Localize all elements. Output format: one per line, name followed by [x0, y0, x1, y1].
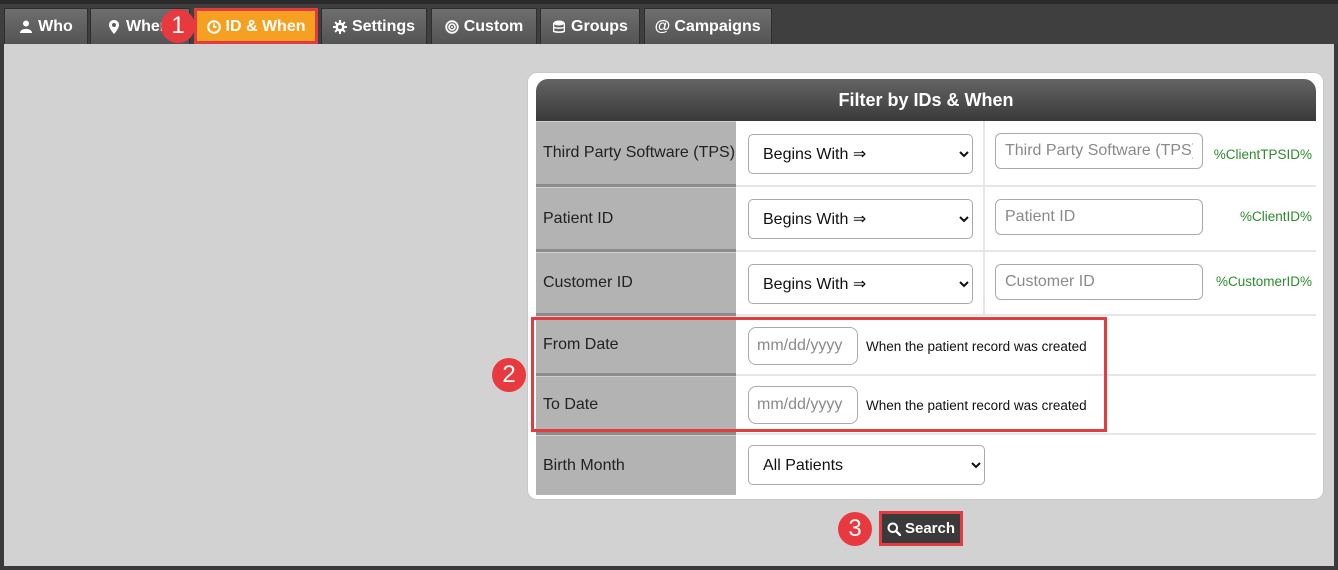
- patient-id-match-select[interactable]: Begins With ⇒: [748, 199, 973, 239]
- to-date-input[interactable]: mm/dd/yyyy: [748, 386, 858, 424]
- main-content: Filter by IDs & When Third Party Softwar…: [4, 44, 1334, 566]
- tab-groups[interactable]: Groups: [540, 8, 640, 44]
- panel-title: Filter by IDs & When: [536, 79, 1316, 121]
- groups-icon: [552, 20, 566, 34]
- birth-month-select[interactable]: All Patients: [748, 445, 985, 485]
- clock-icon: [206, 19, 221, 34]
- tab-label: Campaigns: [674, 17, 761, 35]
- target-icon: [445, 19, 459, 34]
- tab-custom[interactable]: Custom: [431, 8, 537, 44]
- customer-id-match-select[interactable]: Begins With ⇒: [748, 264, 973, 304]
- row-label: Customer ID: [536, 252, 736, 316]
- from-date-help: When the patient record was created: [866, 339, 1087, 354]
- tab-label: Groups: [571, 17, 628, 35]
- filter-row-patient-id: Patient ID Begins With ⇒ %ClientID%: [536, 187, 1316, 252]
- customer-id-variable: %CustomerID%: [1215, 274, 1312, 289]
- row-label: Third Party Software (TPS): [536, 121, 736, 187]
- tab-label: Settings: [351, 17, 416, 35]
- search-label: Search: [904, 520, 956, 537]
- filter-row-birth-month: Birth Month All Patients: [536, 435, 1316, 495]
- tab-bar: Who Where ID & When Settings Custom Grou…: [0, 0, 1338, 44]
- filter-row-tps: Third Party Software (TPS) Begins With ⇒…: [536, 121, 1316, 187]
- row-label: From Date: [536, 316, 736, 376]
- user-icon: [19, 20, 33, 34]
- row-label: To Date: [536, 376, 736, 435]
- tps-variable: %ClientTPSID%: [1213, 147, 1312, 162]
- column-divider: [983, 187, 985, 252]
- tab-campaigns[interactable]: @ Campaigns: [644, 8, 772, 44]
- callout-badge-1: 1: [161, 9, 195, 43]
- tab-id-when[interactable]: ID & When: [194, 8, 318, 44]
- tab-label: Who: [38, 17, 73, 35]
- tab-settings[interactable]: Settings: [321, 8, 427, 44]
- customer-id-input[interactable]: [995, 264, 1203, 300]
- tps-input[interactable]: [995, 133, 1203, 169]
- at-icon: @: [654, 17, 671, 35]
- map-marker-icon: [107, 19, 121, 34]
- filter-row-to-date: To Date mm/dd/yyyy When the patient reco…: [536, 376, 1316, 435]
- row-label: Birth Month: [536, 435, 736, 495]
- patient-id-variable: %ClientID%: [1239, 209, 1312, 224]
- from-date-input[interactable]: mm/dd/yyyy: [748, 327, 858, 365]
- filter-row-customer-id: Customer ID Begins With ⇒ %CustomerID%: [536, 252, 1316, 316]
- filter-panel: Filter by IDs & When Third Party Softwar…: [527, 72, 1324, 500]
- tab-label: Custom: [463, 17, 524, 35]
- tab-label: ID & When: [225, 17, 306, 35]
- column-divider: [983, 121, 985, 187]
- row-label: Patient ID: [536, 187, 736, 252]
- search-icon: [887, 522, 901, 536]
- filter-row-from-date: From Date mm/dd/yyyy When the patient re…: [536, 316, 1316, 376]
- patient-id-input[interactable]: [995, 199, 1203, 235]
- tab-bar-top-line: [0, 0, 1338, 4]
- tab-who[interactable]: Who: [4, 8, 88, 44]
- tps-match-select[interactable]: Begins With ⇒: [748, 134, 973, 174]
- search-button[interactable]: Search: [879, 511, 963, 546]
- callout-badge-3: 3: [838, 512, 872, 546]
- gear-icon: [332, 19, 347, 34]
- column-divider: [983, 252, 985, 316]
- callout-badge-2: 2: [492, 358, 526, 392]
- to-date-help: When the patient record was created: [866, 398, 1087, 413]
